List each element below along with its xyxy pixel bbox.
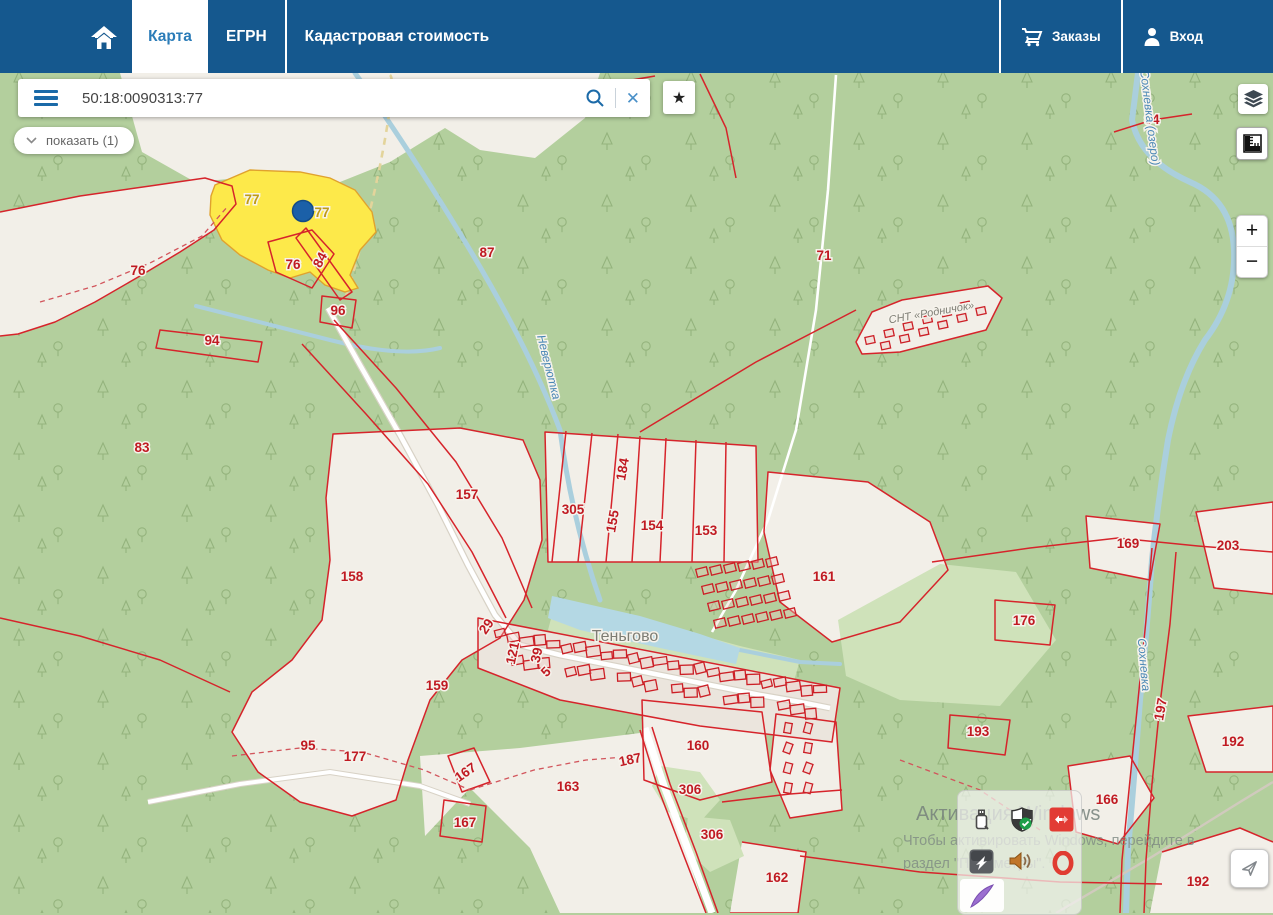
red-app-icon[interactable] [1048,806,1074,832]
parcel-label: 192 [1222,734,1245,749]
parcel-label: 203 [1217,538,1240,553]
defender-shield-icon[interactable] [1009,806,1035,832]
menu-icon[interactable] [34,90,58,107]
layers-icon [1244,90,1263,108]
parcel-label: 159 [426,678,449,693]
close-icon: ✕ [626,90,640,107]
search-result-marker[interactable] [293,201,314,222]
parcel-label: 153 [695,523,718,538]
opera-browser-icon[interactable] [1050,850,1076,876]
parcel-label: 87 [479,245,494,260]
parcel-label: 306 [679,782,702,797]
search-submit-button[interactable] [585,88,605,108]
zoom-out-button[interactable]: − [1237,247,1267,277]
place-label: Теньгово [592,628,659,645]
tab-egrn[interactable]: ЕГРН [208,0,285,73]
parcel-label: 192 [1187,874,1210,889]
favorites-button[interactable]: ★ [663,81,695,114]
parcel-label: 167 [454,815,477,830]
parcel-label: 39 [528,646,546,664]
ruler-icon [1243,134,1262,153]
clear-search-button[interactable]: ✕ [626,90,640,107]
parcel-label: 176 [1013,613,1036,628]
show-results-label: показать (1) [46,133,118,148]
parcel-label: 76 [285,257,301,272]
navbar-spacer [0,0,75,73]
parcel-label: 77 [244,192,259,207]
top-navbar: Карта ЕГРН Кадастровая стоимость Заказы … [0,0,1273,73]
login-button[interactable]: Вход [1123,0,1273,73]
home-icon [89,23,119,51]
user-icon [1143,27,1161,46]
parcel-label: 83 [134,440,150,455]
parcel-label: 177 [344,749,367,764]
parcel-label: 305 [562,502,585,517]
search-bar: ✕ [18,79,650,117]
geolocation-arrow-icon [1240,859,1259,878]
tab-map[interactable]: Карта [132,0,208,73]
system-tray-panel [957,790,1082,915]
parcel-label: 169 [1117,536,1140,551]
feather-app-icon[interactable] [960,879,1004,912]
parcel-label: 160 [687,738,710,753]
chevron-down-icon [26,137,37,144]
search-divider [615,88,616,108]
measure-button[interactable] [1236,127,1268,160]
search-input[interactable] [80,89,585,108]
parcel-label: 193 [967,724,990,739]
parcel-label: 76 [130,263,146,278]
map-canvas[interactable]: 7777767684969487719483157305184155154153… [0,0,1273,913]
geolocate-button[interactable] [1230,849,1269,888]
home-button[interactable] [75,0,132,73]
show-results-button[interactable]: показать (1) [14,127,134,154]
input-switcher-icon[interactable] [968,848,994,874]
star-icon: ★ [672,88,686,108]
search-icon [585,88,605,108]
parcel-label: 162 [766,870,789,885]
parcel-label: 157 [456,487,479,502]
parcel-label: 71 [816,248,832,263]
orders-button[interactable]: Заказы [1001,0,1121,73]
volume-icon[interactable] [1008,848,1034,874]
layers-button[interactable] [1238,84,1268,114]
tab-cadastral-cost[interactable]: Кадастровая стоимость [287,0,507,73]
parcel-label: 95 [300,738,316,753]
usb-device-icon[interactable] [970,807,996,833]
parcel-label: 94 [204,333,220,348]
parcel-label: 306 [701,827,724,842]
parcel-label: 163 [557,779,580,794]
zoom-control: + − [1236,215,1268,278]
zoom-in-button[interactable]: + [1237,216,1267,247]
parcel-label: 158 [341,569,364,584]
cart-icon [1021,27,1043,47]
parcel-label: 154 [641,518,664,533]
login-label: Вход [1170,29,1203,44]
parcel-label: 161 [813,569,836,584]
navbar-right: Заказы Вход [999,0,1273,73]
orders-label: Заказы [1052,29,1101,44]
parcel-label: 96 [330,303,346,318]
parcel-label: 77 [314,205,329,220]
